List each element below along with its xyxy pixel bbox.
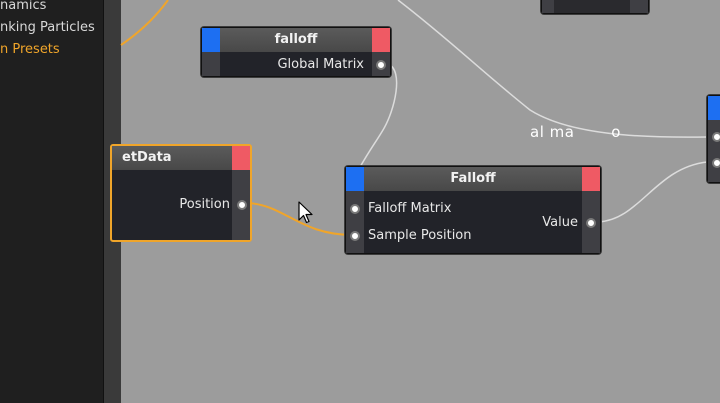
input-tab[interactable]	[346, 167, 364, 191]
output-label-value: Value	[542, 215, 578, 230]
wire-top-left	[120, 0, 169, 46]
input-label-falloff-matrix: Falloff Matrix	[368, 201, 452, 216]
node-header[interactable]: etData	[112, 146, 250, 170]
input-tab[interactable]	[202, 28, 220, 52]
output-tab[interactable]	[232, 146, 250, 170]
output-tab[interactable]	[582, 167, 600, 191]
falloff-node-main[interactable]: Falloff Falloff Matrix Sample Position V…	[345, 166, 601, 254]
node-side-left	[708, 120, 720, 182]
arrow-cursor-icon	[298, 201, 313, 224]
node-side-left	[346, 191, 364, 253]
overlay-caption-text: al ma o	[530, 123, 621, 141]
output-port-value[interactable]	[586, 218, 596, 228]
node-right-partial[interactable]	[707, 95, 720, 183]
input-port-1[interactable]	[712, 132, 720, 142]
getdata-node[interactable]: etData Position	[110, 144, 252, 242]
input-port-sample-position[interactable]	[350, 231, 360, 241]
wire-top-right	[397, 0, 708, 138]
wire-value	[597, 161, 708, 223]
node-header[interactable]: Falloff	[346, 167, 600, 191]
node-side-right	[630, 0, 648, 13]
node-top-right-partial[interactable]	[541, 0, 649, 14]
output-port-position[interactable]	[237, 200, 247, 210]
input-port-falloff-matrix[interactable]	[350, 204, 360, 214]
input-port-2[interactable]	[712, 158, 720, 168]
node-header[interactable]: falloff	[202, 28, 390, 52]
input-label-sample-position: Sample Position	[368, 228, 472, 243]
falloff-node-small[interactable]: falloff Global Matrix	[201, 27, 391, 77]
output-label-position: Position	[179, 197, 230, 212]
output-label-global-matrix: Global Matrix	[277, 57, 364, 72]
output-tab[interactable]	[372, 28, 390, 52]
node-side-left	[542, 0, 554, 13]
node-side-left	[202, 52, 220, 76]
input-tab[interactable]	[708, 96, 720, 120]
output-port-global-matrix[interactable]	[376, 60, 386, 70]
